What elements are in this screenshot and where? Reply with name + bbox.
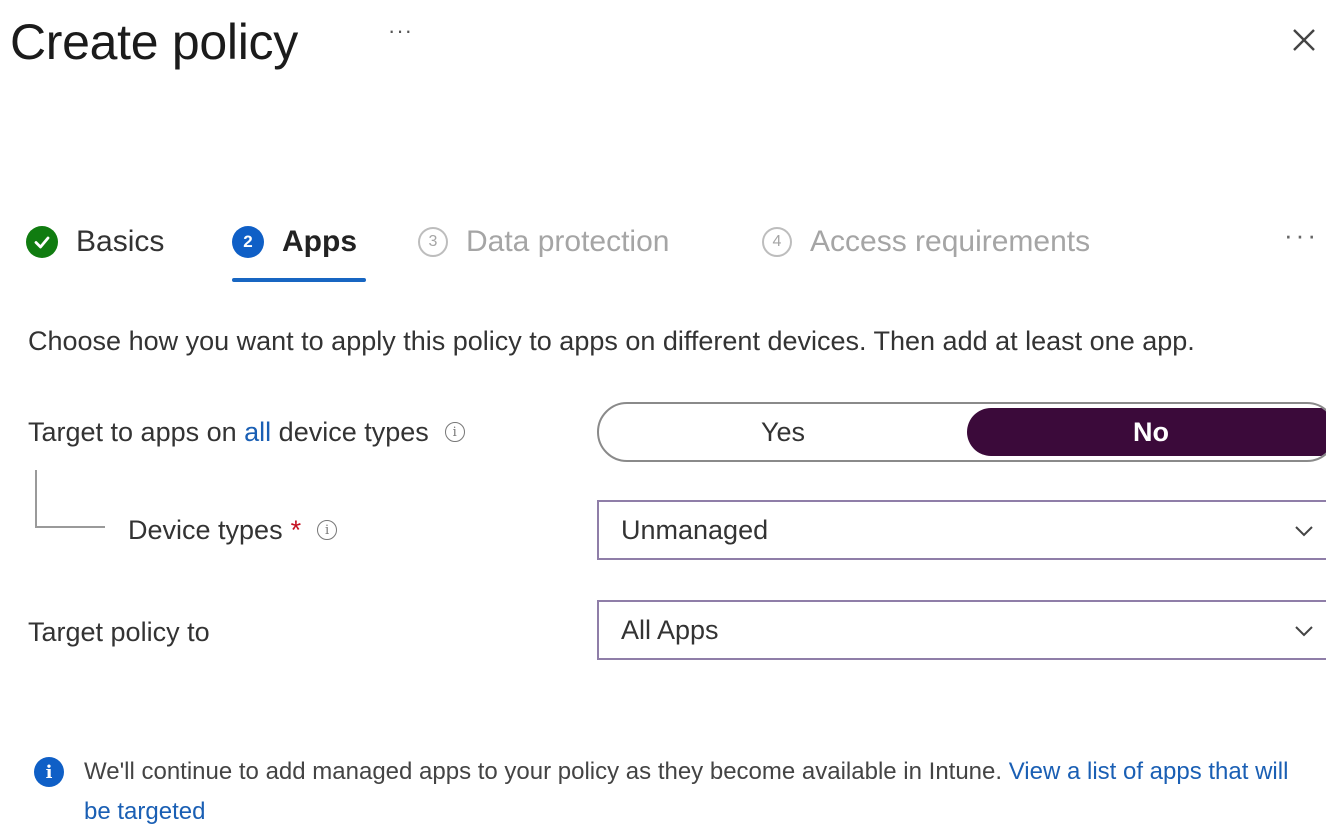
info-message-text: We'll continue to add managed apps to yo… <box>84 758 1009 785</box>
device-types-label: Device types * i <box>128 510 338 550</box>
info-icon: i <box>34 757 64 787</box>
active-step-indicator <box>232 278 366 282</box>
target-all-device-types-toggle[interactable]: Yes No <box>597 402 1326 462</box>
target-policy-label: Target policy to <box>28 612 210 652</box>
tree-connector <box>35 470 105 528</box>
step-label: Data protection <box>466 225 670 258</box>
checkmark-icon <box>26 226 58 258</box>
step-number-icon: 3 <box>418 227 448 257</box>
target-all-device-types-label: Target to apps on all device types i <box>28 412 465 452</box>
step-basics[interactable]: Basics <box>26 216 164 268</box>
all-link-text: all <box>244 416 272 447</box>
device-types-dropdown[interactable]: Unmanaged <box>597 500 1326 560</box>
step-number-icon: 2 <box>232 226 264 258</box>
label-text: device types <box>271 416 429 447</box>
target-policy-dropdown[interactable]: All Apps <box>597 600 1326 660</box>
step-label: Access requirements <box>810 225 1091 258</box>
step-apps[interactable]: 2 Apps <box>232 216 357 268</box>
step-number-icon: 4 <box>762 227 792 257</box>
dropdown-value: Unmanaged <box>621 514 769 545</box>
section-description: Choose how you want to apply this policy… <box>28 326 1195 356</box>
toggle-option-yes[interactable]: Yes <box>599 404 967 460</box>
label-text: Device types <box>128 514 283 545</box>
dropdown-value: All Apps <box>621 614 719 645</box>
more-options-button[interactable]: ··· <box>388 18 413 44</box>
label-text: Target to apps on <box>28 416 245 447</box>
toggle-option-no[interactable]: No <box>967 408 1326 456</box>
step-label: Apps <box>282 225 357 258</box>
close-button[interactable] <box>1286 22 1322 58</box>
required-marker: * <box>290 514 302 545</box>
step-access-requirements[interactable]: 4 Access requirements <box>762 216 1090 268</box>
label-text: Target policy to <box>28 616 210 647</box>
page-title: Create policy <box>10 14 298 70</box>
info-icon[interactable]: i <box>444 422 465 442</box>
info-message: We'll continue to add managed apps to yo… <box>84 752 1314 832</box>
info-icon[interactable]: i <box>317 520 338 540</box>
stepper-more-button[interactable]: ··· <box>1284 220 1319 251</box>
close-icon <box>1293 29 1315 51</box>
step-data-protection[interactable]: 3 Data protection <box>418 216 669 268</box>
step-label: Basics <box>76 225 165 258</box>
chevron-down-icon <box>1295 526 1313 537</box>
chevron-down-icon <box>1295 626 1313 637</box>
